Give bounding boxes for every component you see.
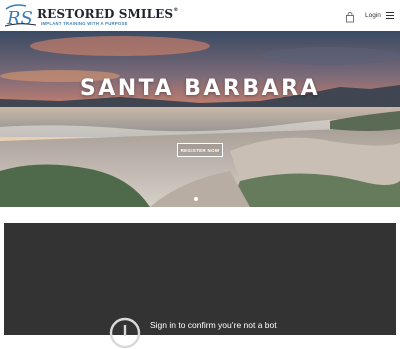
login-link[interactable]: Login <box>365 12 381 19</box>
hamburger-menu-icon[interactable] <box>386 12 394 19</box>
brand-name: RESTORED SMILES® <box>37 7 179 21</box>
cart-button[interactable] <box>345 10 355 23</box>
video-embed-bot-check: Sign in to confirm you’re not a bot <box>4 223 396 349</box>
bot-check-message: Sign in to confirm you’re not a bot <box>150 320 277 330</box>
hero-banner: SANTA BARBARA REGISTER NOW <box>0 31 400 207</box>
logo-rs-mark: RS <box>4 4 37 28</box>
cart-icon <box>346 12 354 23</box>
brand-tagline: IMPLANT TRAINING WITH A PURPOSE <box>41 21 128 26</box>
slider-dot-active[interactable] <box>194 197 198 201</box>
alert-circle-icon <box>109 317 141 349</box>
site-header: RS RESTORED SMILES® IMPLANT TRAINING WIT… <box>0 0 400 31</box>
site-logo[interactable]: RS RESTORED SMILES® IMPLANT TRAINING WIT… <box>4 3 178 28</box>
hero-background-image <box>0 31 400 207</box>
hero-title: SANTA BARBARA <box>79 76 321 101</box>
register-now-button[interactable]: REGISTER NOW <box>177 143 223 157</box>
